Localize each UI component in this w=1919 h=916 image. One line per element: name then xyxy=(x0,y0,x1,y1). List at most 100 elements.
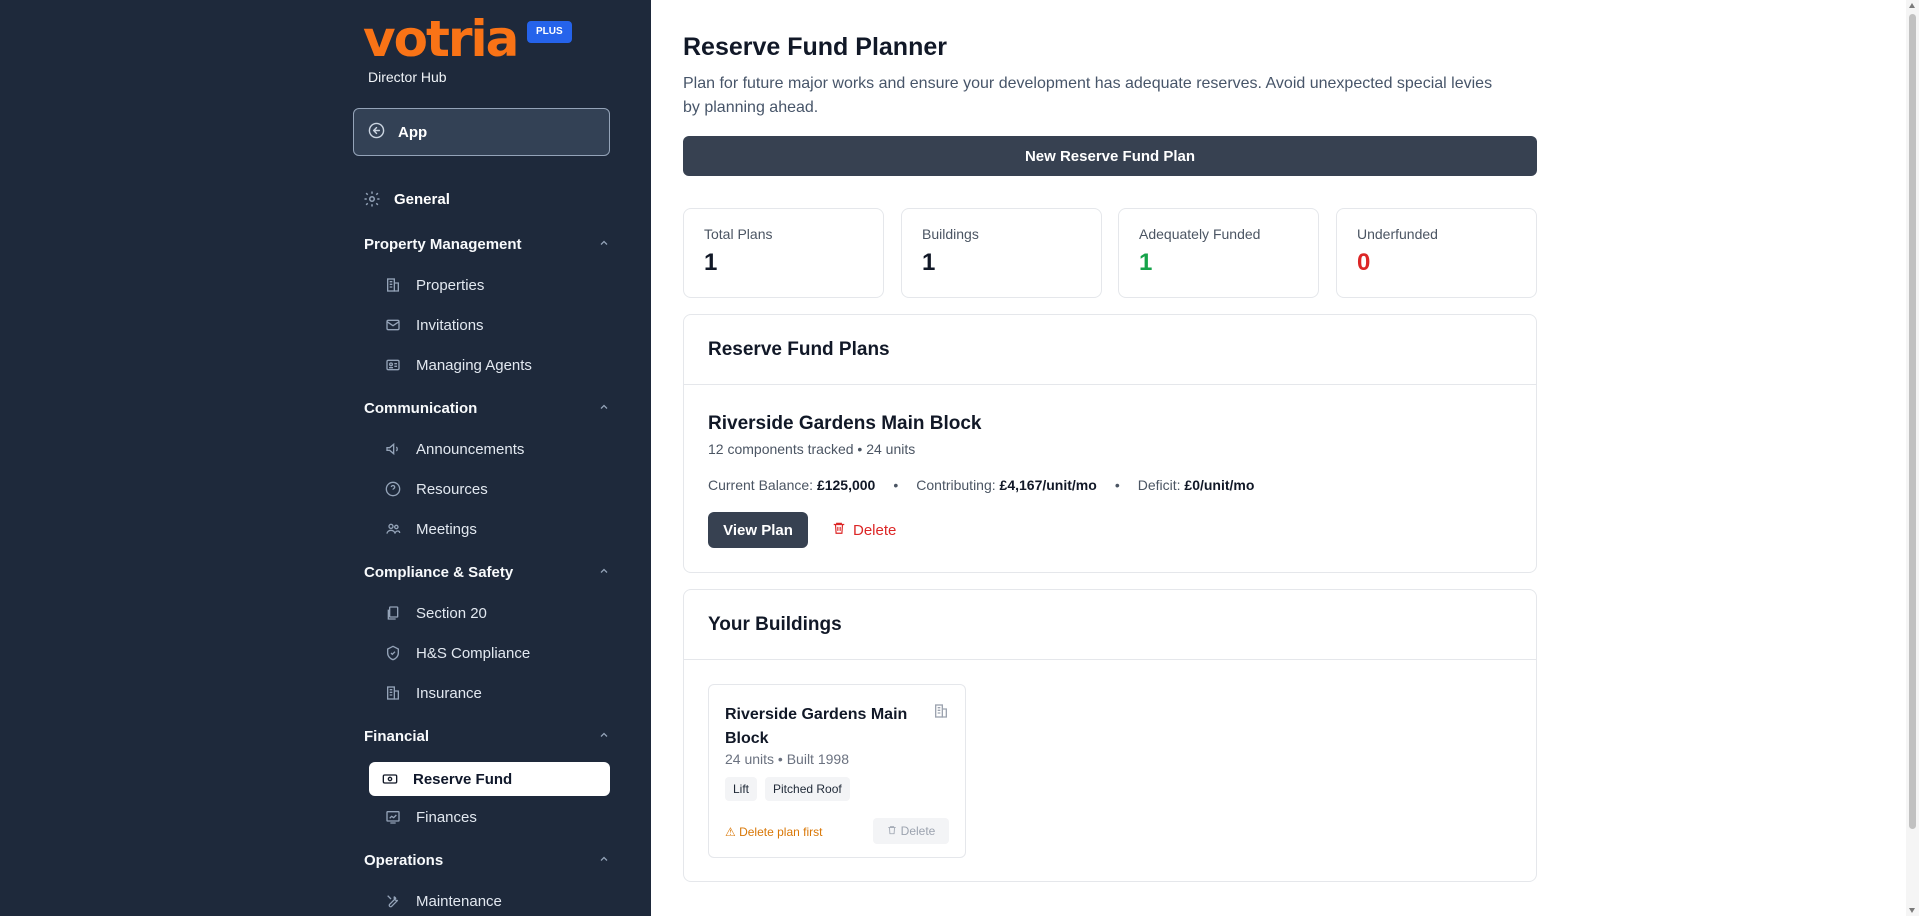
plan-name: Riverside Gardens Main Block xyxy=(708,413,982,434)
building-card[interactable]: Riverside Gardens Main Block 24 units • … xyxy=(708,684,966,858)
contributing-value: £4,167/unit/mo xyxy=(999,477,1097,493)
your-buildings-panel: Your Buildings Riverside Gardens Main Bl… xyxy=(683,589,1537,882)
reserve-fund-plans-panel: Reserve Fund Plans Riverside Gardens Mai… xyxy=(683,314,1537,573)
sidebar-item-finances[interactable]: Finances xyxy=(378,802,610,832)
mail-icon xyxy=(384,317,402,333)
stat-card-adequately-funded: Adequately Funded 1 xyxy=(1118,208,1319,298)
section-title: Operations xyxy=(364,851,444,869)
stat-label: Underfunded xyxy=(1357,226,1438,242)
panel-title: Reserve Fund Plans xyxy=(684,315,1536,385)
plus-badge: PLUS xyxy=(527,21,572,43)
building-icon xyxy=(933,703,949,724)
sidebar: votria PLUS Director Hub App General Pro… xyxy=(352,0,626,916)
separator: • xyxy=(1114,477,1120,493)
deficit-label: Deficit: xyxy=(1137,477,1181,493)
tag-pitched-roof: Pitched Roof xyxy=(765,777,850,801)
stat-label: Adequately Funded xyxy=(1139,226,1261,242)
gear-icon xyxy=(362,190,382,208)
contributing-label: Contributing: xyxy=(916,477,996,493)
page-title: Reserve Fund Planner xyxy=(683,33,947,61)
scroll-down-arrow-icon[interactable] xyxy=(1909,908,1915,913)
stat-value: 1 xyxy=(704,249,718,276)
logo-wordmark: votria xyxy=(363,10,519,68)
app-button-label: App xyxy=(398,123,428,141)
view-plan-button[interactable]: View Plan xyxy=(708,512,808,548)
delete-plan-warning: ⚠ Delete plan first xyxy=(725,825,823,839)
sidebar-item-insurance[interactable]: Insurance xyxy=(378,678,610,708)
trash-icon xyxy=(832,521,846,539)
section-financial[interactable]: Financial xyxy=(364,721,610,751)
panel-title: Your Buildings xyxy=(684,590,1536,660)
separator: • xyxy=(893,477,899,493)
section-property-management[interactable]: Property Management xyxy=(364,229,610,259)
stat-label: Total Plans xyxy=(704,226,773,242)
sidebar-item-label: Reserve Fund xyxy=(413,770,513,788)
sidebar-item-managing-agents[interactable]: Managing Agents xyxy=(378,350,610,380)
building-meta: 24 units • Built 1998 xyxy=(725,751,849,767)
section-communication[interactable]: Communication xyxy=(364,393,610,423)
trash-icon xyxy=(887,824,897,838)
sidebar-item-label: Section 20 xyxy=(416,604,487,622)
chart-icon xyxy=(384,809,402,825)
delete-plan-button[interactable]: Delete xyxy=(832,512,896,548)
new-plan-button[interactable]: New Reserve Fund Plan xyxy=(683,136,1537,176)
sidebar-item-maintenance[interactable]: Maintenance xyxy=(378,886,610,916)
sidebar-item-label: Meetings xyxy=(416,520,477,538)
section-title: Property Management xyxy=(364,235,522,253)
documents-icon xyxy=(384,605,402,621)
sidebar-item-label: Insurance xyxy=(416,684,482,702)
section-operations[interactable]: Operations xyxy=(364,845,610,875)
chevron-up-icon xyxy=(598,564,610,581)
building-tags: Lift Pitched Roof xyxy=(725,777,850,801)
help-circle-icon xyxy=(384,481,402,497)
hub-subtitle: Director Hub xyxy=(368,69,447,85)
stat-card-underfunded: Underfunded 0 xyxy=(1336,208,1537,298)
sidebar-item-section-20[interactable]: Section 20 xyxy=(378,598,610,628)
balance-label: Current Balance: xyxy=(708,477,814,493)
building-name: Riverside Gardens Main Block xyxy=(725,706,908,747)
chevron-up-icon xyxy=(598,852,610,869)
sidebar-item-label: Properties xyxy=(416,276,485,294)
chevron-up-icon xyxy=(598,728,610,745)
app-button[interactable]: App xyxy=(353,108,610,156)
sidebar-item-label: Maintenance xyxy=(416,892,502,910)
sidebar-item-meetings[interactable]: Meetings xyxy=(378,514,610,544)
megaphone-icon xyxy=(384,441,402,457)
sidebar-item-reserve-fund[interactable]: Reserve Fund xyxy=(369,762,610,796)
people-icon xyxy=(384,521,402,537)
chevron-up-icon xyxy=(598,400,610,417)
stat-card-buildings: Buildings 1 xyxy=(901,208,1102,298)
building-icon xyxy=(384,685,402,701)
scroll-up-arrow-icon[interactable] xyxy=(1909,3,1915,8)
id-card-icon xyxy=(384,357,402,373)
sidebar-item-invitations[interactable]: Invitations xyxy=(378,310,610,340)
sidebar-item-general[interactable]: General xyxy=(362,183,610,215)
balance-value: £125,000 xyxy=(816,477,876,493)
sidebar-item-label: Managing Agents xyxy=(416,356,532,374)
sidebar-item-resources[interactable]: Resources xyxy=(378,474,610,504)
sidebar-item-properties[interactable]: Properties xyxy=(378,270,610,300)
sidebar-item-label: Resources xyxy=(416,480,488,498)
sidebar-item-label: Announcements xyxy=(416,440,525,458)
sidebar-item-announcements[interactable]: Announcements xyxy=(378,434,610,464)
plan-stats: Current Balance: £125,000 • Contributing… xyxy=(708,477,1254,493)
brand-logo[interactable]: votria PLUS xyxy=(363,10,572,68)
stat-card-total-plans: Total Plans 1 xyxy=(683,208,884,298)
sidebar-item-label: H&S Compliance xyxy=(416,644,531,662)
sidebar-item-label: Invitations xyxy=(416,316,484,334)
delete-label: Delete xyxy=(900,824,936,838)
delete-building-button[interactable]: Delete xyxy=(873,818,949,844)
page-scrollbar[interactable] xyxy=(1906,0,1919,916)
shield-check-icon xyxy=(384,645,402,661)
sidebar-item-hs-compliance[interactable]: H&S Compliance xyxy=(378,638,610,668)
sidebar-item-label: General xyxy=(394,190,450,208)
sidebar-item-label: Finances xyxy=(416,808,477,826)
plan-meta: 12 components tracked • 24 units xyxy=(708,441,916,457)
stat-value: 0 xyxy=(1357,249,1371,276)
tools-icon xyxy=(384,893,402,909)
tag-lift: Lift xyxy=(725,777,758,801)
section-compliance-safety[interactable]: Compliance & Safety xyxy=(364,557,610,587)
section-title: Compliance & Safety xyxy=(364,563,514,581)
scroll-thumb[interactable] xyxy=(1909,14,1916,829)
back-arrow-circle-icon xyxy=(368,122,385,143)
